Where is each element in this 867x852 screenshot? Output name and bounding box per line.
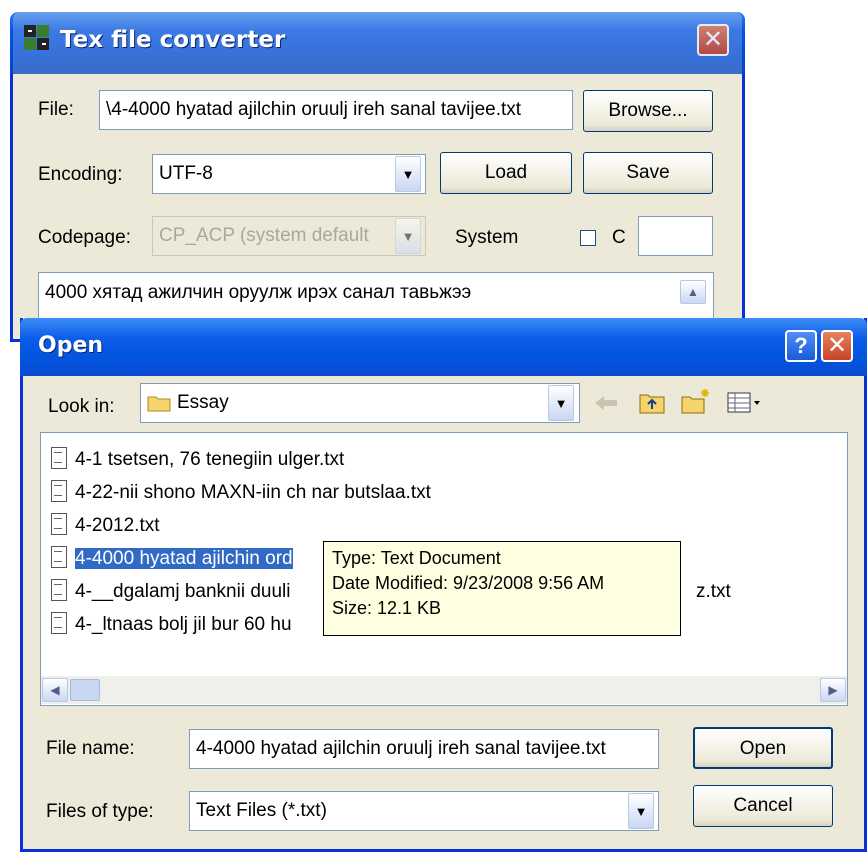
codepage-label: Codepage: [38,227,131,248]
tooltip-modified: Date Modified: 9/23/2008 9:56 AM [332,573,605,593]
text-file-icon [51,611,67,634]
encoding-label: Encoding: [38,164,123,185]
list-item[interactable]: 4-22-nii shono MAXN-iin ch nar butslaa.t… [51,476,841,509]
list-item[interactable]: 4-1 tsetsen, 76 tenegiin ulger.txt [51,443,841,476]
back-arrow-icon[interactable] [592,392,620,414]
files-of-type-select[interactable]: Text Files (*.txt) [189,791,659,831]
codepage-select[interactable]: CP_ACP (system default [152,216,426,256]
scroll-thumb[interactable] [70,679,100,701]
open-dialog-titlebar[interactable] [20,318,867,376]
file-name: 4-2012.txt [75,515,160,536]
file-tooltip: Type: Text Document Date Modified: 9/23/… [323,541,681,636]
text-file-icon [51,545,67,568]
save-button[interactable]: Save [583,152,713,194]
open-button[interactable]: Open [693,727,833,769]
file-name-input[interactable]: 4-4000 hyatad ajilchin oruulj ireh sanal… [189,729,659,769]
encoding-value: UTF-8 [159,163,213,184]
open-dialog-close-button[interactable]: ✕ [821,330,853,362]
text-file-icon [51,479,67,502]
view-menu-icon[interactable] [726,391,764,415]
browse-button[interactable]: Browse... [583,90,713,132]
scroll-right-icon[interactable]: ▶ [820,678,846,702]
file-name: 4-1 tsetsen, 76 tenegiin ulger.txt [75,449,345,470]
close-icon: ✕ [826,331,848,359]
codepage-value: CP_ACP (system default [159,225,369,246]
cancel-button[interactable]: Cancel [693,785,833,827]
load-button[interactable]: Load [440,152,572,194]
list-item[interactable]: 4-2012.txt [51,509,841,542]
encoding-select[interactable]: UTF-8 [152,154,426,194]
text-preview[interactable]: 4000 хятад ажилчин оруулж ирэх санал тав… [38,272,714,320]
open-dialog-title: Open [38,333,104,358]
file-name: 4-__dgalamj banknii duuli [75,581,291,602]
look-in-select[interactable]: Essay [140,383,580,423]
tooltip-size: Size: 12.1 KB [332,598,442,618]
file-path-field[interactable]: \4-4000 hyatad ajilchin oruulj ireh sana… [99,90,573,130]
folder-icon [147,396,171,412]
chevron-down-icon[interactable]: ▼ [395,156,421,192]
help-button[interactable]: ? [785,330,817,362]
scroll-left-icon[interactable]: ◀ [42,678,68,702]
text-preview-content: 4000 хятад ажилчин оруулж ирэх санал тав… [45,282,472,303]
files-of-type-value: Text Files (*.txt) [196,800,327,821]
converter-close-button[interactable]: ✕ [697,24,729,56]
converter-title: Tex file converter [60,27,286,53]
file-label: File: [38,99,74,120]
close-icon: ✕ [702,25,724,53]
chevron-down-icon: ▼ [395,218,421,254]
chevron-down-icon[interactable]: ▼ [628,793,654,829]
look-in-value: Essay [177,392,229,413]
up-folder-icon[interactable] [638,389,666,415]
help-icon: ? [794,333,808,358]
new-folder-icon[interactable] [680,387,712,415]
text-file-icon [51,512,67,535]
app-icon [24,25,49,50]
tooltip-type: Type: Text Document [332,548,501,568]
system-label: System [455,227,519,248]
text-file-icon [51,578,67,601]
file-name: 4-22-nii shono MAXN-iin ch nar butslaa.t… [75,482,431,503]
file-name: 4-_ltnaas bolj jil bur 60 hu [75,614,292,635]
scroll-up-icon[interactable]: ▲ [680,280,706,304]
horizontal-scrollbar[interactable] [41,676,847,704]
text-file-icon [51,446,67,469]
file-name-suffix: z.txt [696,581,731,602]
file-name: 4-4000 hyatad ajilchin ord [75,548,293,569]
c-input[interactable] [638,216,713,256]
chevron-down-icon[interactable]: ▼ [548,385,574,421]
c-checkbox[interactable] [580,230,596,246]
c-label: C [612,227,626,248]
look-in-label: Look in: [48,396,115,417]
files-of-type-label: Files of type: [46,801,154,822]
file-name-label: File name: [46,738,135,759]
